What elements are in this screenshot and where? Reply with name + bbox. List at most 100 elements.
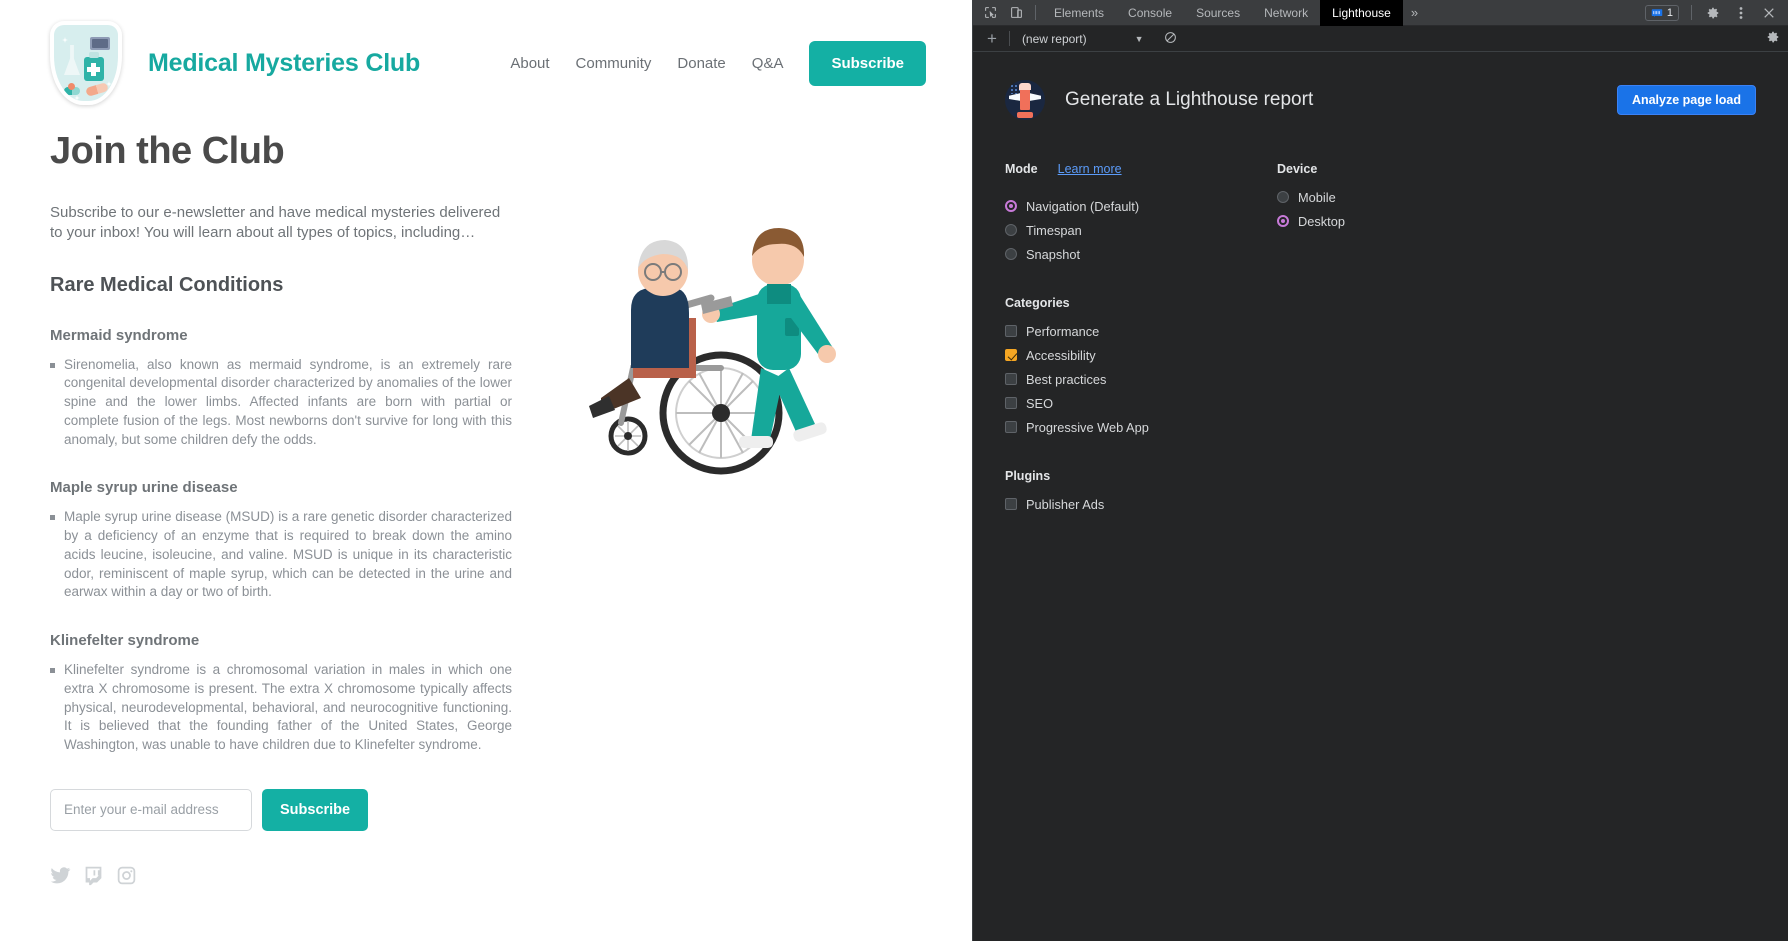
checkbox-seo[interactable]: SEO (1005, 391, 1756, 415)
content-column: Join the Club Subscribe to our e-newslet… (28, 108, 528, 886)
new-report-button[interactable]: + (979, 30, 1005, 47)
checkbox-indicator (1005, 349, 1017, 361)
instagram-icon[interactable] (116, 865, 137, 886)
tab-network[interactable]: Network (1252, 0, 1320, 26)
devtools-tabbar: Elements Console Sources Network Lightho… (973, 0, 1788, 26)
checkbox-performance[interactable]: Performance (1005, 319, 1756, 343)
checkbox-best-practices[interactable]: Best practices (1005, 367, 1756, 391)
condition-title-mermaid: Mermaid syndrome (50, 326, 188, 344)
illustration-column (528, 108, 944, 886)
newsletter-form: Subscribe (50, 788, 528, 831)
learn-more-link[interactable]: Learn more (1058, 162, 1122, 176)
lighthouse-header: Generate a Lighthouse report Analyze pag… (1005, 80, 1756, 120)
messages-count: 1 (1666, 6, 1673, 19)
plugins-section-title: Plugins (1005, 469, 1051, 483)
tab-lighthouse[interactable]: Lighthouse (1320, 0, 1403, 26)
checkbox-indicator (1005, 325, 1017, 337)
radio-label: Navigation (Default) (1026, 198, 1140, 214)
checkbox-indicator (1005, 373, 1017, 385)
checkbox-label: Accessibility (1026, 347, 1096, 363)
lighthouse-subbar: + (new report) ▼ (973, 26, 1788, 52)
subscribe-submit-button[interactable]: Subscribe (262, 788, 369, 831)
radio-indicator (1277, 215, 1289, 227)
list-item: Maple syrup urine disease (MSUD) is a ra… (50, 508, 512, 602)
toolbar-divider (1035, 5, 1036, 20)
inspect-icon[interactable] (977, 1, 1003, 25)
checkbox-accessibility[interactable]: Accessibility (1005, 343, 1756, 367)
checkbox-label: Progressive Web App (1026, 419, 1149, 435)
toolbar-divider-2 (1691, 5, 1692, 20)
checkbox-label: Performance (1026, 323, 1100, 339)
lighthouse-logo-icon (1005, 80, 1045, 120)
devtools-toolbar-actions: 1 (1644, 1, 1788, 25)
radio-mode-navigation[interactable]: Navigation (Default) (1005, 194, 1277, 218)
radio-label: Mobile (1298, 189, 1336, 205)
social-links (50, 865, 528, 886)
checkbox-label: SEO (1026, 395, 1054, 411)
checkbox-indicator (1005, 421, 1017, 433)
subbar-divider (1008, 31, 1010, 46)
analyze-page-load-button[interactable]: Analyze page load (1616, 85, 1756, 115)
radio-indicator (1005, 200, 1017, 212)
radio-label: Desktop (1298, 213, 1345, 229)
report-dropdown[interactable]: (new report) ▼ (1014, 32, 1152, 46)
settings-gear-icon[interactable] (1700, 1, 1726, 25)
categories-section-title: Categories (1005, 296, 1070, 310)
site-main: Join the Club Subscribe to our e-newslet… (0, 108, 972, 886)
lighthouse-start-view: Generate a Lighthouse report Analyze pag… (973, 52, 1788, 941)
website-viewport: Medical Mysteries Club About Community D… (0, 0, 972, 941)
nav-item-about[interactable]: About (510, 55, 549, 72)
mode-section-title: Mode (1005, 162, 1038, 176)
site-header: Medical Mysteries Club About Community D… (0, 0, 972, 108)
twitch-icon[interactable] (83, 865, 104, 886)
mode-device-row: Mode Learn more Navigation (Default) Tim… (1005, 162, 1756, 266)
nav-item-donate[interactable]: Donate (677, 55, 725, 72)
radio-device-desktop[interactable]: Desktop (1277, 209, 1537, 233)
device-section: Device Mobile Desktop (1277, 162, 1537, 266)
tab-elements[interactable]: Elements (1042, 0, 1116, 26)
messages-badge[interactable]: 1 (1644, 4, 1679, 21)
condition-list-mermaid: Sirenomelia, also known as mermaid syndr… (50, 356, 528, 450)
checkbox-publisher-ads[interactable]: Publisher Ads (1005, 492, 1756, 516)
list-item: Sirenomelia, also known as mermaid syndr… (50, 356, 512, 450)
more-options-icon[interactable] (1728, 1, 1754, 25)
report-dropdown-value: (new report) (1021, 31, 1087, 46)
radio-indicator (1277, 191, 1289, 203)
condition-list-msud: Maple syrup urine disease (MSUD) is a ra… (50, 508, 528, 602)
medical-shield-logo-icon (50, 21, 122, 105)
nav-item-qa[interactable]: Q&A (752, 55, 784, 72)
checkbox-indicator (1005, 397, 1017, 409)
main-navigation: About Community Donate Q&A Subscribe (510, 40, 944, 86)
list-item: Klinefelter syndrome is a chromosomal va… (50, 661, 512, 755)
more-tabs-icon[interactable]: » (1403, 5, 1426, 20)
nav-item-community[interactable]: Community (576, 55, 652, 72)
devtools-panel: Elements Console Sources Network Lightho… (972, 0, 1788, 941)
radio-mode-snapshot[interactable]: Snapshot (1005, 242, 1277, 266)
close-icon[interactable] (1756, 1, 1782, 25)
checkbox-pwa[interactable]: Progressive Web App (1005, 415, 1756, 439)
wheelchair-illustration (589, 228, 836, 475)
radio-indicator (1005, 224, 1017, 236)
radio-device-mobile[interactable]: Mobile (1277, 185, 1537, 209)
device-toolbar-icon[interactable] (1003, 1, 1029, 25)
email-input[interactable] (50, 788, 252, 831)
radio-mode-timespan[interactable]: Timespan (1005, 218, 1277, 242)
condition-list-klinefelter: Klinefelter syndrome is a chromosomal va… (50, 661, 528, 755)
checkbox-label: Publisher Ads (1026, 496, 1105, 512)
plugins-section: Plugins Publisher Ads (1005, 469, 1756, 516)
lighthouse-title: Generate a Lighthouse report (1065, 89, 1314, 110)
radio-label: Snapshot (1026, 246, 1081, 262)
twitter-icon[interactable] (50, 865, 71, 886)
tab-sources[interactable]: Sources (1184, 0, 1252, 26)
device-section-title: Device (1277, 162, 1318, 176)
site-brand-title: Medical Mysteries Club (148, 48, 421, 77)
clear-reports-icon[interactable] (1164, 31, 1177, 47)
nav-subscribe-button[interactable]: Subscribe (809, 40, 926, 86)
checkbox-indicator (1005, 498, 1017, 510)
chevron-down-icon: ▼ (1134, 33, 1144, 44)
condition-title-klinefelter: Klinefelter syndrome (50, 632, 200, 649)
screen-root: Medical Mysteries Club About Community D… (0, 0, 1788, 941)
checkbox-label: Best practices (1026, 371, 1107, 387)
lighthouse-settings-icon[interactable] (1766, 30, 1788, 47)
tab-console[interactable]: Console (1116, 0, 1184, 26)
